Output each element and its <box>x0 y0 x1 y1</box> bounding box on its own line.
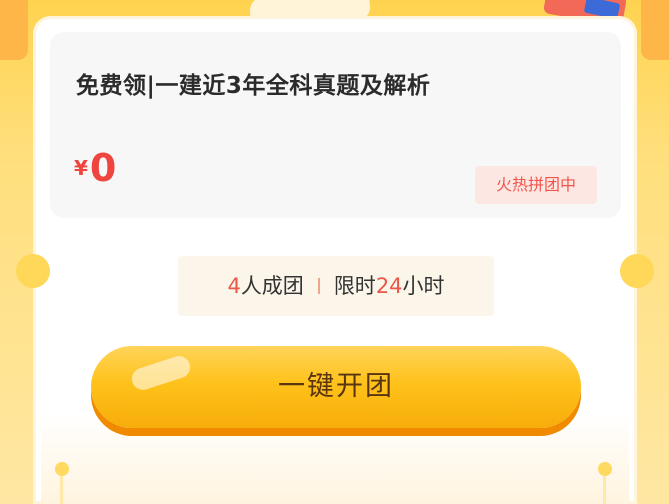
group-time-suffix: 小时 <box>402 274 445 298</box>
group-rules-banner: 4人成团 限时24小时 <box>178 256 494 316</box>
group-buy-card: 免费领|一建近3年全科真题及解析 ¥0 火热拼团中 4人成团 限时24小时 一键开… <box>16 16 654 504</box>
group-people-count: 4 <box>227 274 241 298</box>
group-time-hours: 24 <box>375 274 403 298</box>
status-badge: 火热拼团中 <box>475 166 597 204</box>
start-group-button-label: 一键开团 <box>278 371 394 402</box>
product-title: 免费领|一建近3年全科真题及解析 <box>76 73 431 99</box>
decorative-dot-right <box>598 462 612 476</box>
product-price: ¥0 <box>74 146 116 190</box>
card-notch-left <box>16 254 50 288</box>
group-time-prefix: 限时 <box>333 274 376 298</box>
decorative-stem-left <box>60 474 63 504</box>
decorative-stem-right <box>603 474 606 504</box>
group-info-divider <box>317 278 320 294</box>
start-group-button[interactable]: 一键开团 <box>91 346 581 428</box>
decorative-dot-left <box>55 462 69 476</box>
decorative-corner-left <box>0 0 28 60</box>
group-people-suffix: 人成团 <box>240 274 304 298</box>
card-notch-right <box>620 254 654 288</box>
decorative-corner-right <box>641 0 669 60</box>
price-value: 0 <box>89 146 117 190</box>
product-info-box[interactable]: 免费领|一建近3年全科真题及解析 ¥0 火热拼团中 <box>50 32 621 218</box>
price-currency-symbol: ¥ <box>74 156 88 180</box>
button-shine-highlight <box>129 353 193 393</box>
